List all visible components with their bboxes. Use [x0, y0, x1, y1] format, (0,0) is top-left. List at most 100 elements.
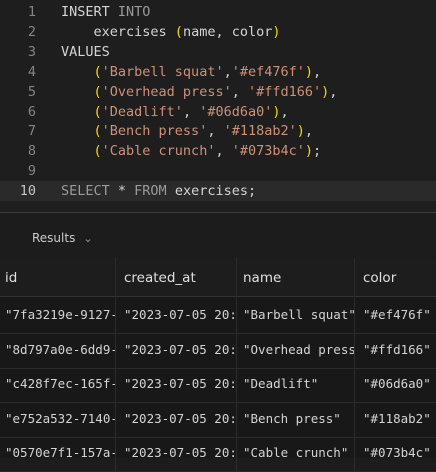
cell-name[interactable]: "Cable crunch" — [237, 434, 355, 471]
line-number: 4 — [27, 63, 36, 80]
table-row[interactable]: "c428f7ec-165f-4 "2023-07-05 20:1 "Deadlif… — [0, 365, 436, 403]
code-line[interactable]: 2 exercises (name, color) — [0, 22, 436, 42]
cell-color[interactable]: "#118ab2" — [355, 400, 436, 437]
code-token: VALUES — [61, 43, 110, 60]
code-token: exercises; — [174, 183, 257, 200]
code-token: ) — [304, 63, 314, 80]
code-token: * — [117, 183, 135, 200]
code-text: ('Barbell squat','#ef476f'), — [61, 62, 322, 82]
code-token: INTO — [117, 4, 151, 20]
line-number: 8 — [27, 143, 36, 160]
code-token: , — [182, 103, 200, 120]
code-token: , — [215, 143, 232, 160]
code-token: 'Barbell squat' — [101, 63, 224, 80]
line-number: 9 — [27, 163, 36, 180]
code-token: INSERT — [61, 4, 118, 20]
column-header-color[interactable]: color — [355, 258, 436, 296]
code-token: ) — [272, 23, 281, 40]
line-number: 7 — [27, 123, 36, 140]
code-line[interactable]: 5 ('Overhead press', '#ffd166'), — [0, 82, 436, 102]
line-number: 3 — [27, 43, 36, 60]
code-token: , — [329, 83, 338, 100]
code-token: ; — [313, 143, 322, 160]
sql-editor[interactable]: 1 INSERT INTO 2 exercises (name, color) 3 VA… — [0, 0, 436, 212]
code-token: ( — [93, 123, 102, 140]
code-text: ('Overhead press', '#ffd166'), — [61, 82, 338, 102]
table-row[interactable]: "7fa3219e-9127-4 "2023-07-05 20:1 "Barbell… — [0, 296, 436, 334]
line-number: 1 — [27, 4, 36, 20]
code-token: name, color — [182, 23, 273, 40]
code-line[interactable]: 6 ('Deadlift', '#06d6a0'), — [0, 102, 436, 122]
cell-id[interactable]: "e752a532-7140-4 — [0, 399, 116, 437]
cell-created_at[interactable]: "2023-07-05 20:1 — [116, 399, 237, 437]
results-header: Results ⌄ — [0, 213, 436, 258]
cell-id[interactable]: "7fa3219e-9127-4 — [0, 296, 116, 333]
cell-name[interactable]: "Bench press" — [237, 399, 355, 437]
cell-id[interactable]: "c428f7ec-165f-4 — [0, 365, 116, 402]
column-header-id[interactable]: id — [0, 258, 116, 296]
code-line[interactable]: 7 ('Bench press', '#118ab2'), — [0, 121, 436, 141]
cell-name[interactable]: "Overhead press" — [237, 330, 355, 368]
code-text: ('Deadlift', '#06d6a0'), — [61, 102, 289, 122]
results-tab[interactable]: Results ⌄ — [32, 231, 93, 245]
chevron-down-icon[interactable]: ⌄ — [83, 232, 92, 245]
cell-created_at[interactable]: "2023-07-05 20:1 — [116, 434, 237, 471]
code-token: SELECT — [61, 183, 118, 200]
code-token: FROM — [134, 183, 175, 200]
cell-created_at[interactable]: "2023-07-05 20:1 — [116, 296, 237, 333]
code-token: 'Bench press' — [101, 123, 208, 140]
line-number: 2 — [27, 23, 36, 40]
results-grid: id created_at name color "7fa3219e-9127-4 "20… — [0, 258, 436, 472]
cell-color[interactable]: "#073b4c" — [355, 434, 436, 471]
code-line[interactable]: 1 INSERT INTO — [0, 2, 436, 22]
cell-id[interactable]: "0570e7f1-157a-4 — [0, 434, 116, 471]
code-token: ( — [93, 143, 102, 160]
cell-color[interactable]: "#ffd166" — [355, 331, 436, 368]
code-line[interactable]: 8 ('Cable crunch', '#073b4c'); — [0, 141, 436, 161]
cell-id[interactable]: "8d797a0e-6dd9-4 — [0, 330, 116, 368]
code-token: ( — [93, 83, 102, 100]
line-number: 10 — [19, 183, 36, 200]
code-token: '#06d6a0' — [199, 103, 273, 120]
code-token: , — [231, 83, 248, 100]
code-line[interactable]: 4 ('Barbell squat','#ef476f'), — [0, 62, 436, 82]
table-row[interactable]: "8d797a0e-6dd9-4 "2023-07-05 20:1 "Overhea… — [0, 330, 436, 369]
code-text: ('Bench press', '#118ab2'), — [61, 121, 314, 141]
table-row[interactable]: "0570e7f1-157a-4 "2023-07-05 20:1 "Cable c… — [0, 434, 436, 472]
code-line[interactable]: 10 SELECT * FROM exercises; — [0, 181, 436, 202]
code-token: , — [313, 63, 322, 80]
cell-created_at[interactable]: "2023-07-05 20:1 — [116, 330, 237, 368]
code-token: 'Overhead press' — [101, 83, 232, 100]
code-token: ( — [93, 103, 102, 120]
cell-name[interactable]: "Deadlift" — [237, 365, 355, 402]
code-token: 'Deadlift' — [101, 103, 183, 120]
code-token: , — [304, 123, 314, 140]
code-text: exercises (name, color) — [61, 22, 281, 42]
code-token: ) — [296, 123, 305, 140]
code-text: VALUES — [61, 42, 110, 62]
code-token: '#118ab2' — [223, 123, 297, 140]
cell-color[interactable]: "#ef476f" — [355, 296, 436, 333]
code-token: '#ffd166' — [247, 83, 322, 100]
code-token: ) — [272, 103, 281, 120]
cell-created_at[interactable]: "2023-07-05 20:1 — [116, 365, 237, 402]
results-tab-label: Results — [32, 231, 76, 245]
column-header-created_at[interactable]: created_at — [116, 258, 237, 296]
table-row[interactable]: "e752a532-7140-4 "2023-07-05 20:1 "Bench p… — [0, 399, 436, 438]
code-token: ) — [304, 143, 314, 160]
cell-name[interactable]: "Barbell squat" — [237, 296, 355, 333]
code-token: , — [207, 123, 224, 140]
code-line[interactable]: 9 — [0, 161, 436, 181]
code-line[interactable]: 3 VALUES — [0, 42, 436, 62]
column-header-name[interactable]: name — [237, 258, 355, 296]
code-token: 'Cable crunch' — [101, 143, 216, 160]
code-token: '#ef476f' — [231, 63, 305, 80]
code-token: ( — [93, 63, 102, 80]
cell-color[interactable]: "#06d6a0" — [355, 365, 436, 402]
line-number: 5 — [27, 83, 36, 100]
